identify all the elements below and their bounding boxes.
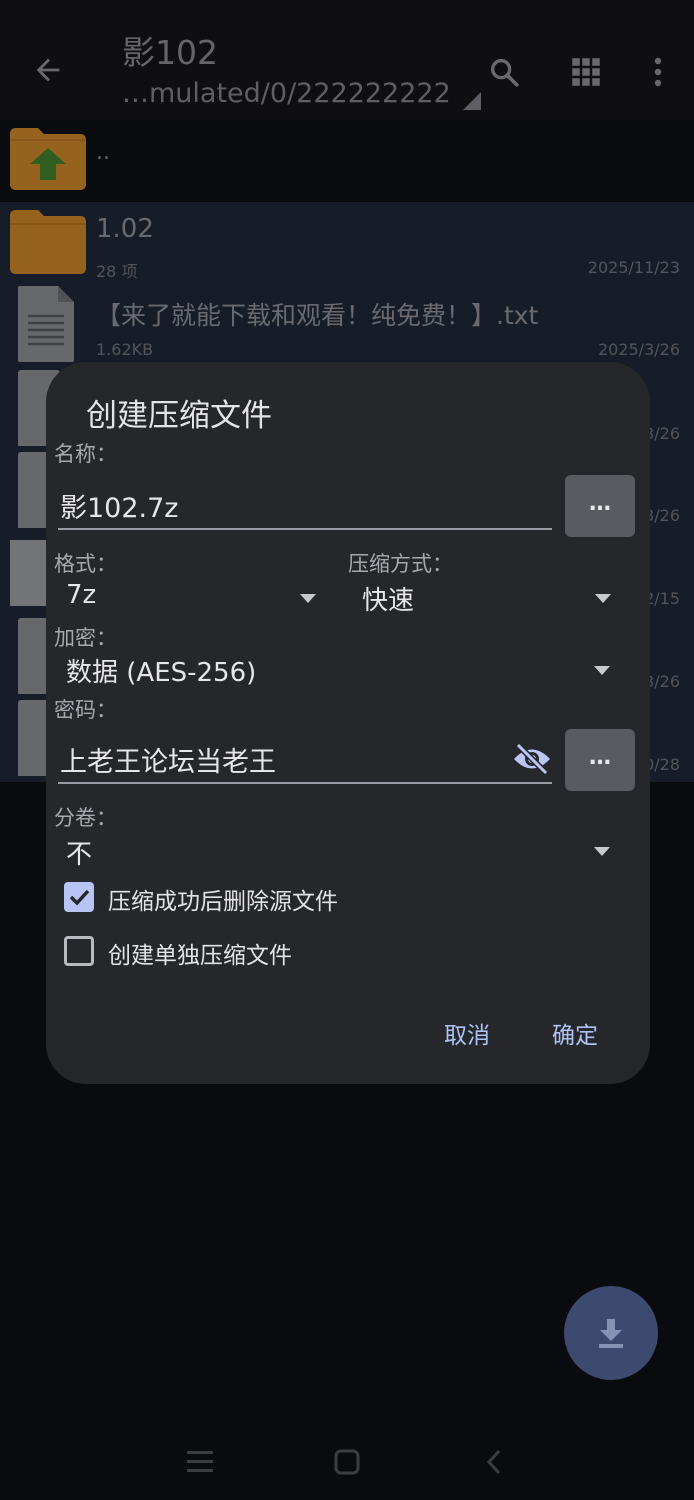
dialog-title: 创建压缩文件 (86, 398, 272, 434)
archive-name-input[interactable]: 影102.7z (60, 486, 178, 525)
separate-archive-label[interactable]: 创建单独压缩文件 (108, 936, 292, 970)
create-archive-dialog: 创建压缩文件 名称： 影102.7z … 格式： 7z 压缩方式： 快速 加密：… (46, 362, 650, 1084)
encrypt-dropdown-icon[interactable] (594, 666, 610, 675)
compress-fab[interactable] (564, 1286, 658, 1380)
browse-button[interactable]: … (565, 475, 635, 537)
separate-archive-checkbox[interactable] (64, 936, 94, 966)
nav-back-icon[interactable] (474, 1442, 514, 1482)
method-label: 压缩方式： (348, 552, 453, 576)
split-label: 分卷： (54, 806, 117, 830)
encrypt-select[interactable]: 数据 (AES-256) (66, 652, 256, 689)
split-select[interactable]: 不 (66, 834, 92, 871)
password-underline (58, 782, 552, 784)
method-select[interactable]: 快速 (362, 580, 414, 617)
ok-button[interactable]: 确定 (552, 1016, 598, 1050)
name-label: 名称： (54, 442, 117, 466)
system-nav-bar (0, 1420, 694, 1500)
delete-after-checkbox[interactable] (64, 882, 94, 912)
recents-icon[interactable] (180, 1442, 220, 1482)
cancel-button[interactable]: 取消 (444, 1016, 490, 1050)
password-label: 密码： (54, 698, 117, 722)
split-dropdown-icon[interactable] (594, 847, 610, 856)
format-select[interactable]: 7z (66, 580, 96, 610)
password-input[interactable]: 上老王论坛当老王 (60, 740, 276, 779)
password-browse-button[interactable]: … (565, 729, 635, 791)
check-icon (69, 889, 90, 906)
download-icon (599, 1319, 623, 1348)
home-icon[interactable] (327, 1442, 367, 1482)
format-dropdown-icon[interactable] (300, 594, 316, 603)
archive-name-underline (58, 528, 552, 530)
delete-after-label[interactable]: 压缩成功后删除源文件 (108, 882, 338, 916)
format-label: 格式： (54, 552, 117, 576)
method-dropdown-icon[interactable] (595, 594, 611, 603)
visibility-off-icon[interactable] (512, 742, 552, 776)
encrypt-label: 加密： (54, 626, 117, 650)
